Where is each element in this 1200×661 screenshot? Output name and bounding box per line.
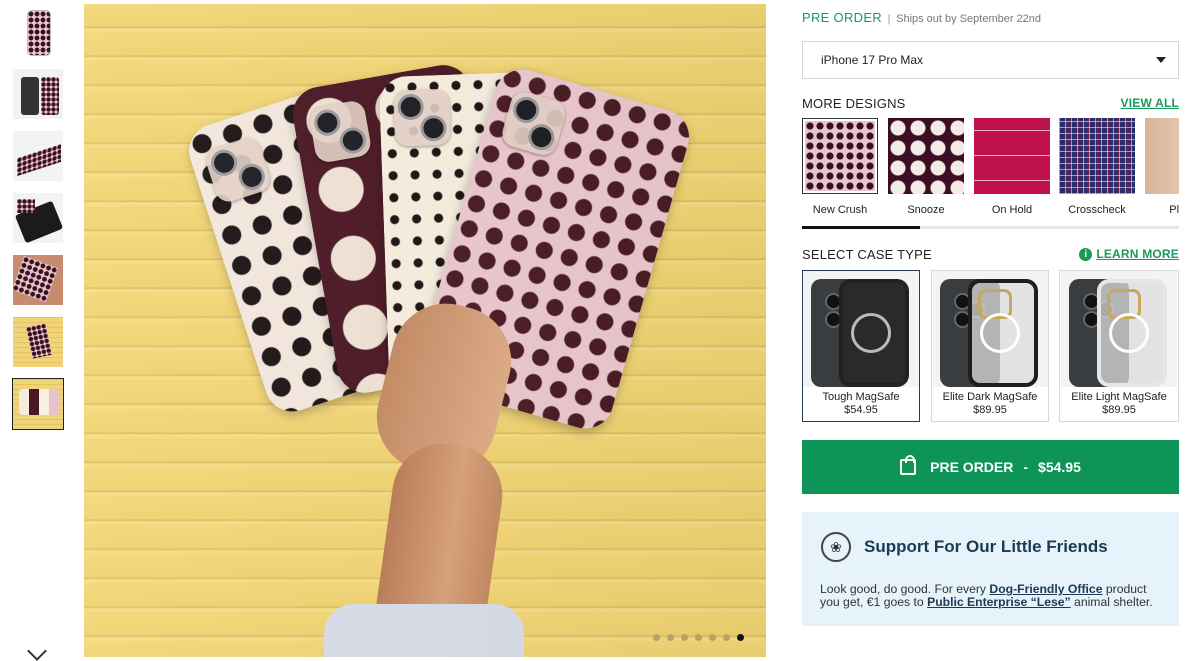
thumbnail-2[interactable] <box>12 68 64 120</box>
design-swatch <box>1059 118 1135 194</box>
case-image <box>1061 271 1177 387</box>
view-all-link[interactable]: VIEW ALL <box>1121 96 1179 110</box>
design-crosscheck[interactable]: Crosscheck <box>1059 118 1135 216</box>
preorder-separator: | <box>887 13 891 25</box>
pagination-dot[interactable] <box>709 634 716 641</box>
preorder-button-label: PRE ORDER <box>930 459 1014 475</box>
design-swatch <box>805 121 875 191</box>
preorder-label: PRE ORDER <box>802 10 882 25</box>
design-swatch <box>888 118 964 194</box>
thumbnail-6[interactable] <box>12 316 64 368</box>
case-price: $54.95 <box>844 404 878 416</box>
thumbnail-5[interactable] <box>12 254 64 306</box>
design-name: Crosscheck <box>1068 204 1126 216</box>
info-icon: i <box>1079 248 1093 262</box>
ship-date: Ships out by September 22nd <box>896 13 1042 25</box>
preorder-button[interactable]: PRE ORDER - $54.95 <box>802 440 1179 494</box>
case-option-elite-dark-magsafe[interactable]: Elite Dark MagSafe $89.95 <box>931 270 1049 422</box>
scrollbar-thumb[interactable] <box>802 226 920 229</box>
thumbnail-1[interactable] <box>12 6 64 58</box>
design-name: Snooze <box>907 204 945 216</box>
design-name: Playg <box>1169 204 1179 216</box>
design-swatch <box>1145 118 1179 194</box>
pagination-dot[interactable] <box>695 634 702 641</box>
case-name: Tough MagSafe <box>822 391 900 403</box>
device-select-value: iPhone 17 Pro Max <box>821 53 924 67</box>
pagination-dot[interactable] <box>653 634 660 641</box>
case-name: Elite Dark MagSafe <box>942 391 1038 403</box>
design-name: New Crush <box>812 204 868 216</box>
case-type-options: Tough MagSafe $54.95 Elite Dark MagSafe … <box>802 270 1179 422</box>
thumbnail-3[interactable] <box>12 130 64 182</box>
learn-more-link[interactable]: i LEARN MORE <box>1079 247 1179 262</box>
pagination-dot-active[interactable] <box>737 634 744 641</box>
case-name: Elite Light MagSafe <box>1071 391 1167 403</box>
case-option-tough-magsafe[interactable]: Tough MagSafe $54.95 <box>802 270 920 422</box>
case-type-title: SELECT CASE TYPE <box>802 247 932 262</box>
case-price: $89.95 <box>1102 404 1136 416</box>
case-image <box>932 271 1048 387</box>
case-image <box>803 271 919 387</box>
design-carousel: New Crush Snooze On Hold Crosscheck Play… <box>802 118 1179 222</box>
design-swatch <box>974 118 1050 194</box>
support-text: Look good, do good. For every Dog-Friend… <box>820 583 1165 609</box>
case-option-elite-light-magsafe[interactable]: Elite Light MagSafe $89.95 <box>1059 270 1179 422</box>
design-playground[interactable]: Playg <box>1145 118 1179 216</box>
preorder-status: PRE ORDER | Ships out by September 22nd <box>802 10 1041 25</box>
more-designs-title: MORE DESIGNS <box>802 96 906 111</box>
support-title: Support For Our Little Friends <box>864 537 1108 556</box>
design-on-hold[interactable]: On Hold <box>974 118 1050 216</box>
preorder-button-price: $54.95 <box>1038 459 1081 475</box>
thumbnail-4[interactable] <box>12 192 64 244</box>
support-banner: ❀ Support For Our Little Friends Look go… <box>802 512 1179 626</box>
support-text-part: Look good, do good. For every <box>820 582 990 596</box>
thumbnail-list <box>12 6 68 440</box>
paw-icon: ❀ <box>821 532 851 562</box>
pagination-dot[interactable] <box>723 634 730 641</box>
learn-more-label: LEARN MORE <box>1096 247 1179 261</box>
thumbnail-7[interactable] <box>12 378 64 430</box>
chevron-down-icon[interactable] <box>27 641 47 661</box>
design-name: On Hold <box>991 204 1033 216</box>
pagination-dot[interactable] <box>681 634 688 641</box>
preorder-button-separator: - <box>1023 459 1029 475</box>
public-enterprise-lese-link[interactable]: Public Enterprise “Lese” <box>927 595 1071 609</box>
shopping-bag-icon <box>900 455 917 475</box>
design-snooze[interactable]: Snooze <box>888 118 964 216</box>
design-carousel-scrollbar[interactable] <box>802 226 1179 229</box>
gallery-pagination <box>653 634 744 641</box>
dog-friendly-office-link[interactable]: Dog-Friendly Office <box>989 582 1102 596</box>
device-select[interactable]: iPhone 17 Pro Max <box>802 41 1179 79</box>
pagination-dot[interactable] <box>667 634 674 641</box>
design-new-crush[interactable]: New Crush <box>802 118 878 216</box>
product-hero-image <box>84 4 766 657</box>
support-text-part: animal shelter. <box>1070 595 1153 609</box>
case-price: $89.95 <box>973 404 1007 416</box>
caret-down-icon <box>1156 57 1166 63</box>
